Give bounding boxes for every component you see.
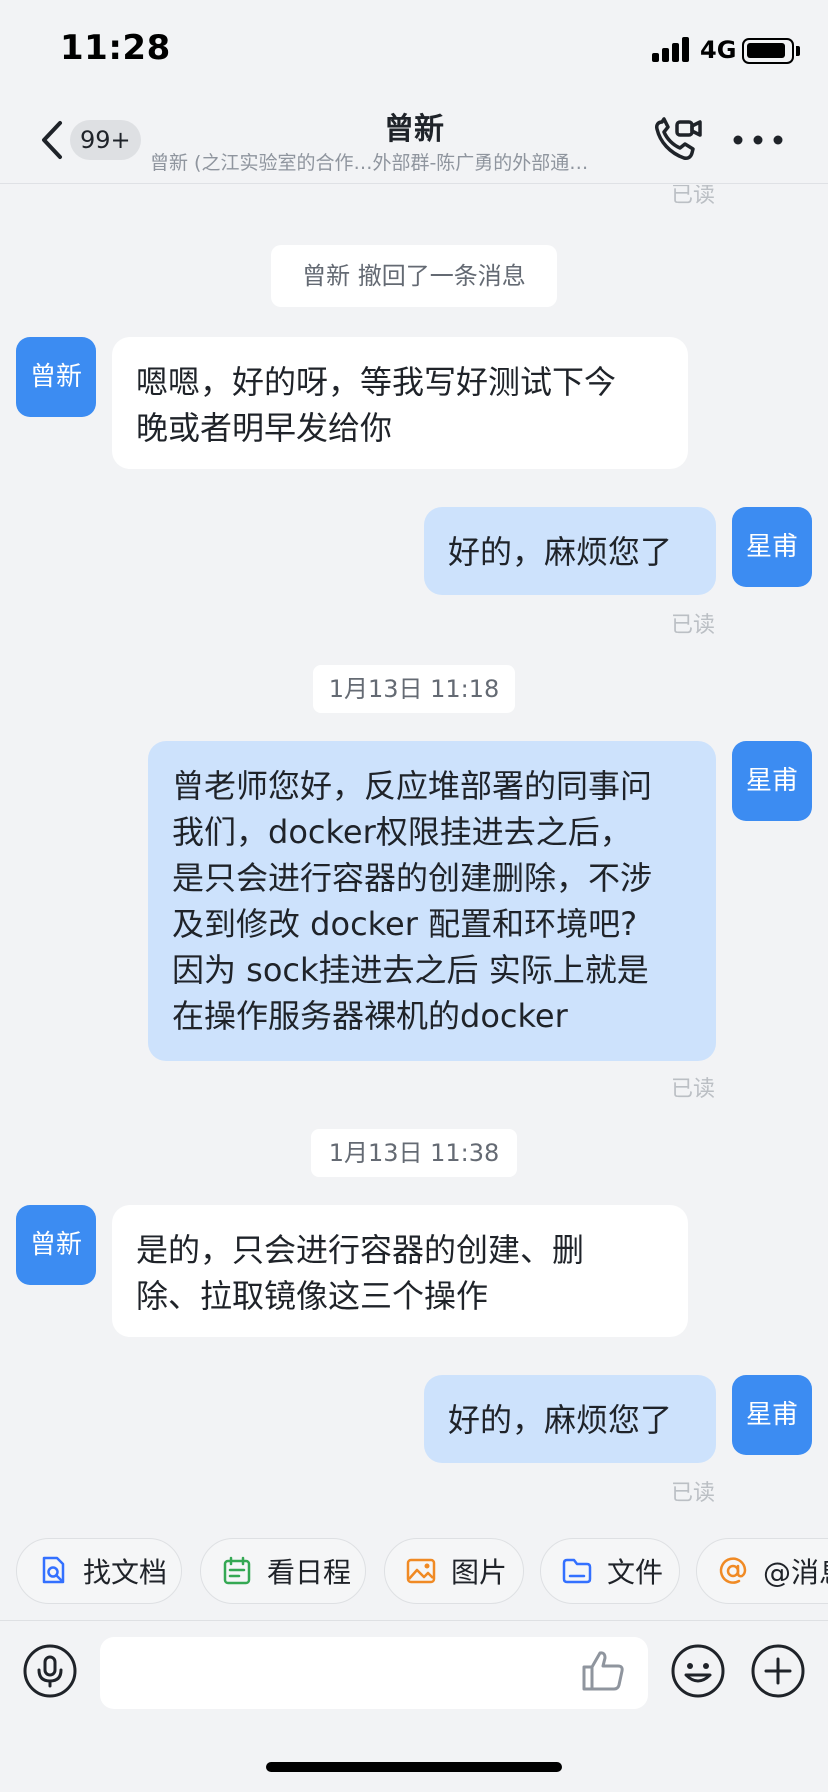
chip-label: @消息 [763,1556,828,1589]
status-bar: 11:28 4G [0,0,828,96]
video-call-button[interactable] [652,116,704,164]
thumbs-up-button[interactable] [580,1647,628,1695]
network-type: 4G [700,36,737,64]
message-bubble[interactable]: 嗯嗯，好的呀，等我写好测试下今 晚或者明早发给你 [112,337,688,469]
message-line: 曾老师您好，反应堆部署的同事问 [172,767,653,805]
folder-icon [562,1558,592,1584]
message-bubble[interactable]: 好的，麻烦您了 [424,1375,716,1463]
avatar[interactable]: 曾新 [16,1205,96,1285]
recall-notice: 曾新 撤回了一条消息 [271,245,557,307]
more-button[interactable] [730,116,786,164]
message-text: 好的，麻烦您了 [448,1401,673,1439]
find-document-icon [42,1556,65,1584]
message-bubble[interactable]: 曾老师您好，反应堆部署的同事问 我们，docker权限挂进去之后， 是只会进行容… [148,741,716,1061]
microphone-icon [23,1644,77,1698]
avatar[interactable]: 星甫 [732,1375,812,1455]
at-icon [719,1557,747,1584]
quick-action-find-doc[interactable]: 找文档 [16,1538,182,1604]
emoji-icon [671,1644,725,1698]
quick-action-file[interactable]: 文件 [540,1538,680,1604]
image-icon [406,1558,436,1584]
message-line: 我们，docker权限挂进去之后， [172,813,632,851]
message-line: 是的，只会进行容器的创建、删 [136,1231,585,1269]
signal-icon [652,36,692,62]
avatar[interactable]: 星甫 [732,741,812,821]
read-receipt: 已读 [670,613,715,638]
more-icon [733,135,783,145]
message-line: 是只会进行容器的创建删除，不涉 [172,859,653,897]
quick-actions-bar: 找文档 看日程 图片 文件 @消息 [0,1538,828,1604]
emoji-button[interactable] [670,1643,726,1699]
chat-subtitle[interactable]: 曾新 (之江实验室的合作…外部群-陈广勇的外部通… [150,148,620,175]
calendar-icon [223,1556,251,1585]
message-line: 因为 sock挂进去之后 实际上就是 [172,951,649,989]
message-bubble[interactable]: 是的，只会进行容器的创建、删 除、拉取镜像这三个操作 [112,1205,688,1337]
voice-button[interactable] [22,1643,78,1699]
battery-icon [742,38,794,64]
chip-label: 文件 [607,1556,664,1589]
timestamp: 1月13日 11:38 [311,1129,517,1177]
status-time: 11:28 [60,28,171,68]
chat-header: 99+ 曾新 曾新 (之江实验室的合作…外部群-陈广勇的外部通… [0,96,828,184]
message-line: 除、拉取镜像这三个操作 [136,1277,489,1315]
quick-action-image[interactable]: 图片 [384,1538,524,1604]
message-line: 及到修改 docker 配置和环境吧? [172,905,638,943]
chip-label: 找文档 [83,1556,168,1589]
read-receipt: 已读 [670,185,715,208]
message-text: 好的，麻烦您了 [448,533,673,571]
avatar[interactable]: 曾新 [16,337,96,417]
chip-label: 看日程 [267,1556,352,1589]
message-input[interactable] [100,1637,648,1709]
message-list[interactable]: 已读 曾新 撤回了一条消息 曾新 嗯嗯，好的呀，等我写好测试下今 晚或者明早发给… [0,185,828,1510]
quick-action-mention[interactable]: @消息 [696,1538,828,1604]
home-indicator [266,1762,562,1772]
plus-icon [751,1644,805,1698]
read-receipt: 已读 [670,1481,715,1506]
message-line: 在操作服务器裸机的docker [172,997,568,1035]
message-line: 嗯嗯，好的呀，等我写好测试下今 [136,363,617,401]
message-bubble[interactable]: 好的，麻烦您了 [424,507,716,595]
video-call-icon [655,117,702,160]
avatar[interactable]: 星甫 [732,507,812,587]
quick-action-calendar[interactable]: 看日程 [200,1538,366,1604]
chip-label: 图片 [451,1556,508,1589]
read-receipt: 已读 [670,1077,715,1102]
more-actions-button[interactable] [750,1643,806,1699]
message-line: 晚或者明早发给你 [136,409,393,447]
thumbs-up-icon [582,1651,624,1691]
timestamp: 1月13日 11:18 [313,665,515,713]
battery-cap [796,46,800,56]
